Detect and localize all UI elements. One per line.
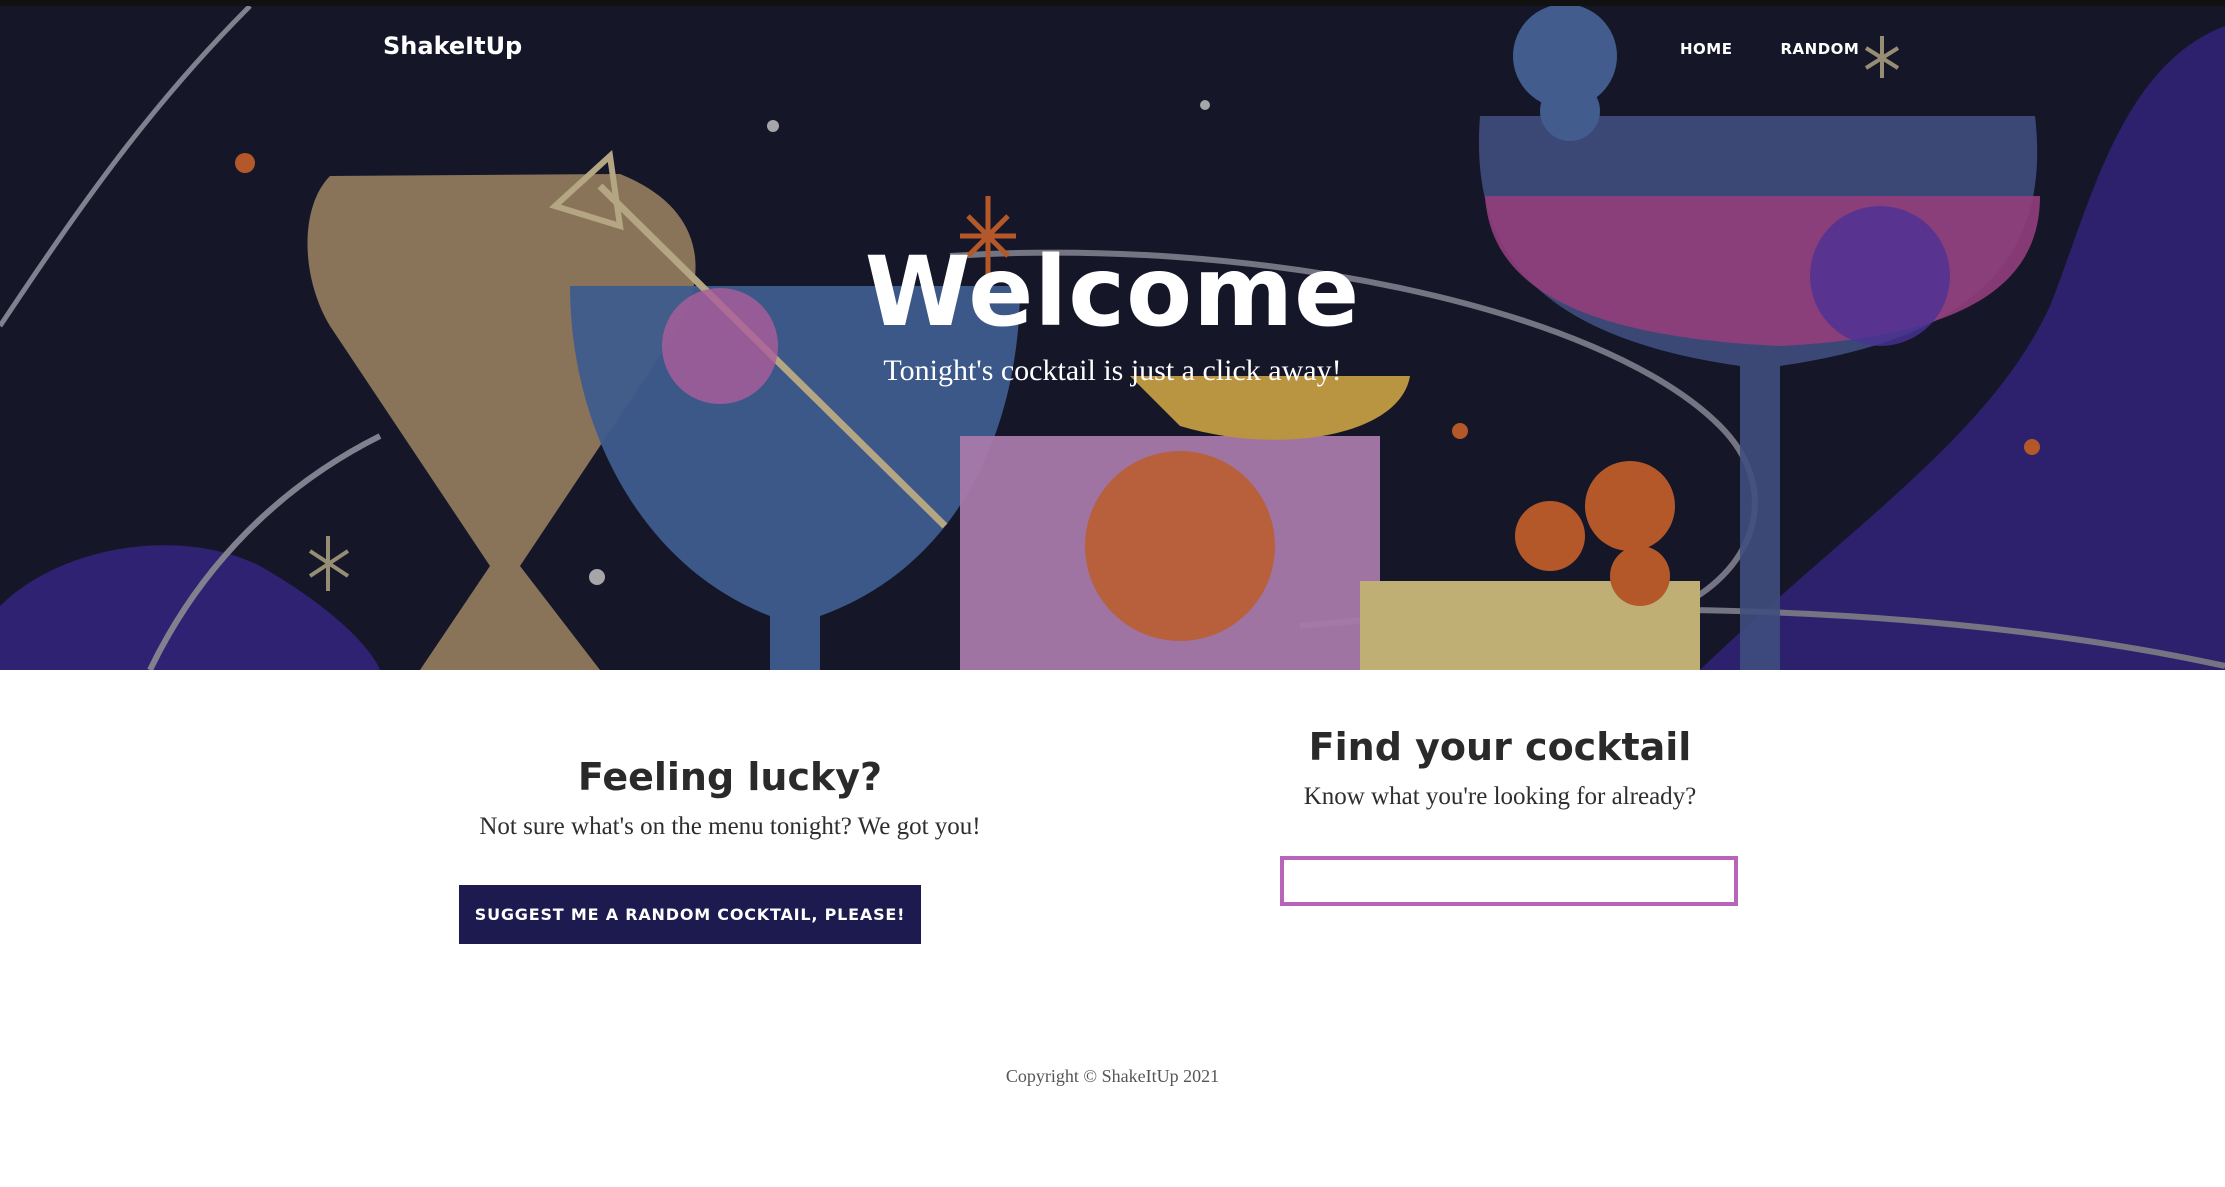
footer-copyright: Copyright © ShakeItUp 2021 (1005, 1066, 1220, 1086)
feeling-lucky-heading: Feeling lucky? (577, 755, 883, 799)
main-nav: HOME RANDOM (1680, 40, 1859, 58)
feeling-lucky-text: Not sure what's on the menu tonight? We … (479, 813, 981, 840)
brand-logo-link[interactable]: ShakeItUp (383, 32, 522, 60)
hero-title: Welcome (864, 236, 1361, 348)
cocktail-search-input[interactable] (1280, 856, 1738, 906)
nav-home-link[interactable]: HOME (1680, 40, 1732, 58)
nav-random-link[interactable]: RANDOM (1780, 40, 1859, 58)
hero-banner: ShakeItUp HOME RANDOM Welcome Tonight's … (0, 6, 2225, 670)
find-cocktail-text: Know what you're looking for already? (1303, 783, 1697, 810)
find-cocktail-heading: Find your cocktail (1308, 725, 1692, 769)
find-cocktail-section: Find your cocktail Know what you're look… (1200, 725, 1800, 811)
feeling-lucky-section: Feeling lucky? Not sure what's on the me… (430, 755, 1030, 841)
hero-subtitle: Tonight's cocktail is just a click away! (883, 354, 1342, 387)
random-cocktail-button[interactable]: SUGGEST ME A RANDOM COCKTAIL, PLEASE! (459, 885, 921, 944)
